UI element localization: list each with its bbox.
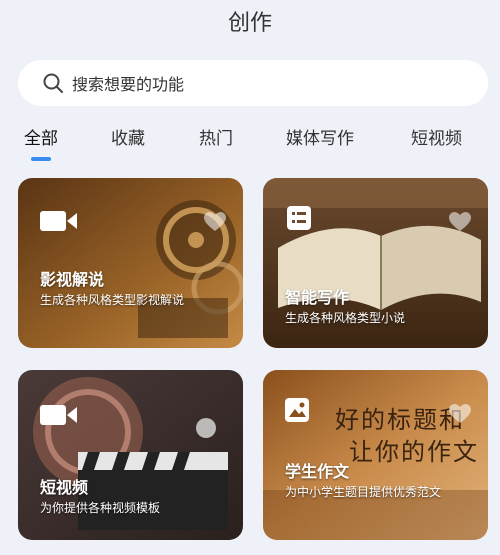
card-description: 为你提供各种视频模板	[40, 501, 161, 515]
calligraphy-line-2: 让你的作文	[349, 438, 479, 466]
card-description: 为中小学生题目提供优秀范文	[285, 485, 442, 499]
tab-media-writing[interactable]: 媒体写作	[286, 124, 354, 149]
image-icon	[285, 398, 309, 422]
card-title: 学生作文	[285, 462, 350, 481]
calligraphy-line-1: 好的标题和	[335, 406, 465, 434]
card-short-video[interactable]: 短视频 为你提供各种视频模板	[18, 370, 243, 540]
tab-popular[interactable]: 热门	[199, 124, 233, 149]
card-title: 短视频	[40, 478, 89, 497]
video-camera-icon	[40, 405, 77, 425]
category-tabs: 全部 收藏 热门 媒体写作 短视频	[0, 120, 500, 166]
search-bar[interactable]: 搜索想要的功能	[18, 60, 488, 106]
favorite-heart-icon[interactable]	[203, 211, 227, 233]
active-tab-indicator	[31, 157, 51, 161]
page-title: 创作	[227, 11, 272, 36]
search-input[interactable]: 搜索想要的功能	[72, 71, 184, 95]
card-title: 影视解说	[40, 270, 105, 289]
card-description: 生成各种风格类型影视解说	[40, 293, 185, 307]
card-description: 生成各种风格类型小说	[285, 311, 406, 325]
favorite-heart-icon[interactable]	[448, 403, 472, 425]
card-smart-writing[interactable]: 智能写作 生成各种风格类型小说	[263, 178, 488, 348]
film-reel-image	[18, 178, 243, 348]
card-title: 智能写作	[285, 288, 350, 307]
favorite-heart-icon[interactable]	[448, 211, 472, 233]
tab-short-video[interactable]: 短视频	[411, 124, 462, 149]
video-camera-icon	[40, 211, 77, 231]
card-film-commentary[interactable]: 影视解说 生成各种风格类型影视解说	[18, 178, 243, 348]
card-student-essay[interactable]: 好的标题和 让你的作文 学生作文 为中小学生题目提供优秀范文	[263, 370, 488, 540]
tab-favorites[interactable]: 收藏	[111, 124, 145, 149]
document-list-icon	[287, 206, 311, 230]
tab-all[interactable]: 全部	[24, 124, 58, 149]
search-icon	[43, 73, 63, 93]
